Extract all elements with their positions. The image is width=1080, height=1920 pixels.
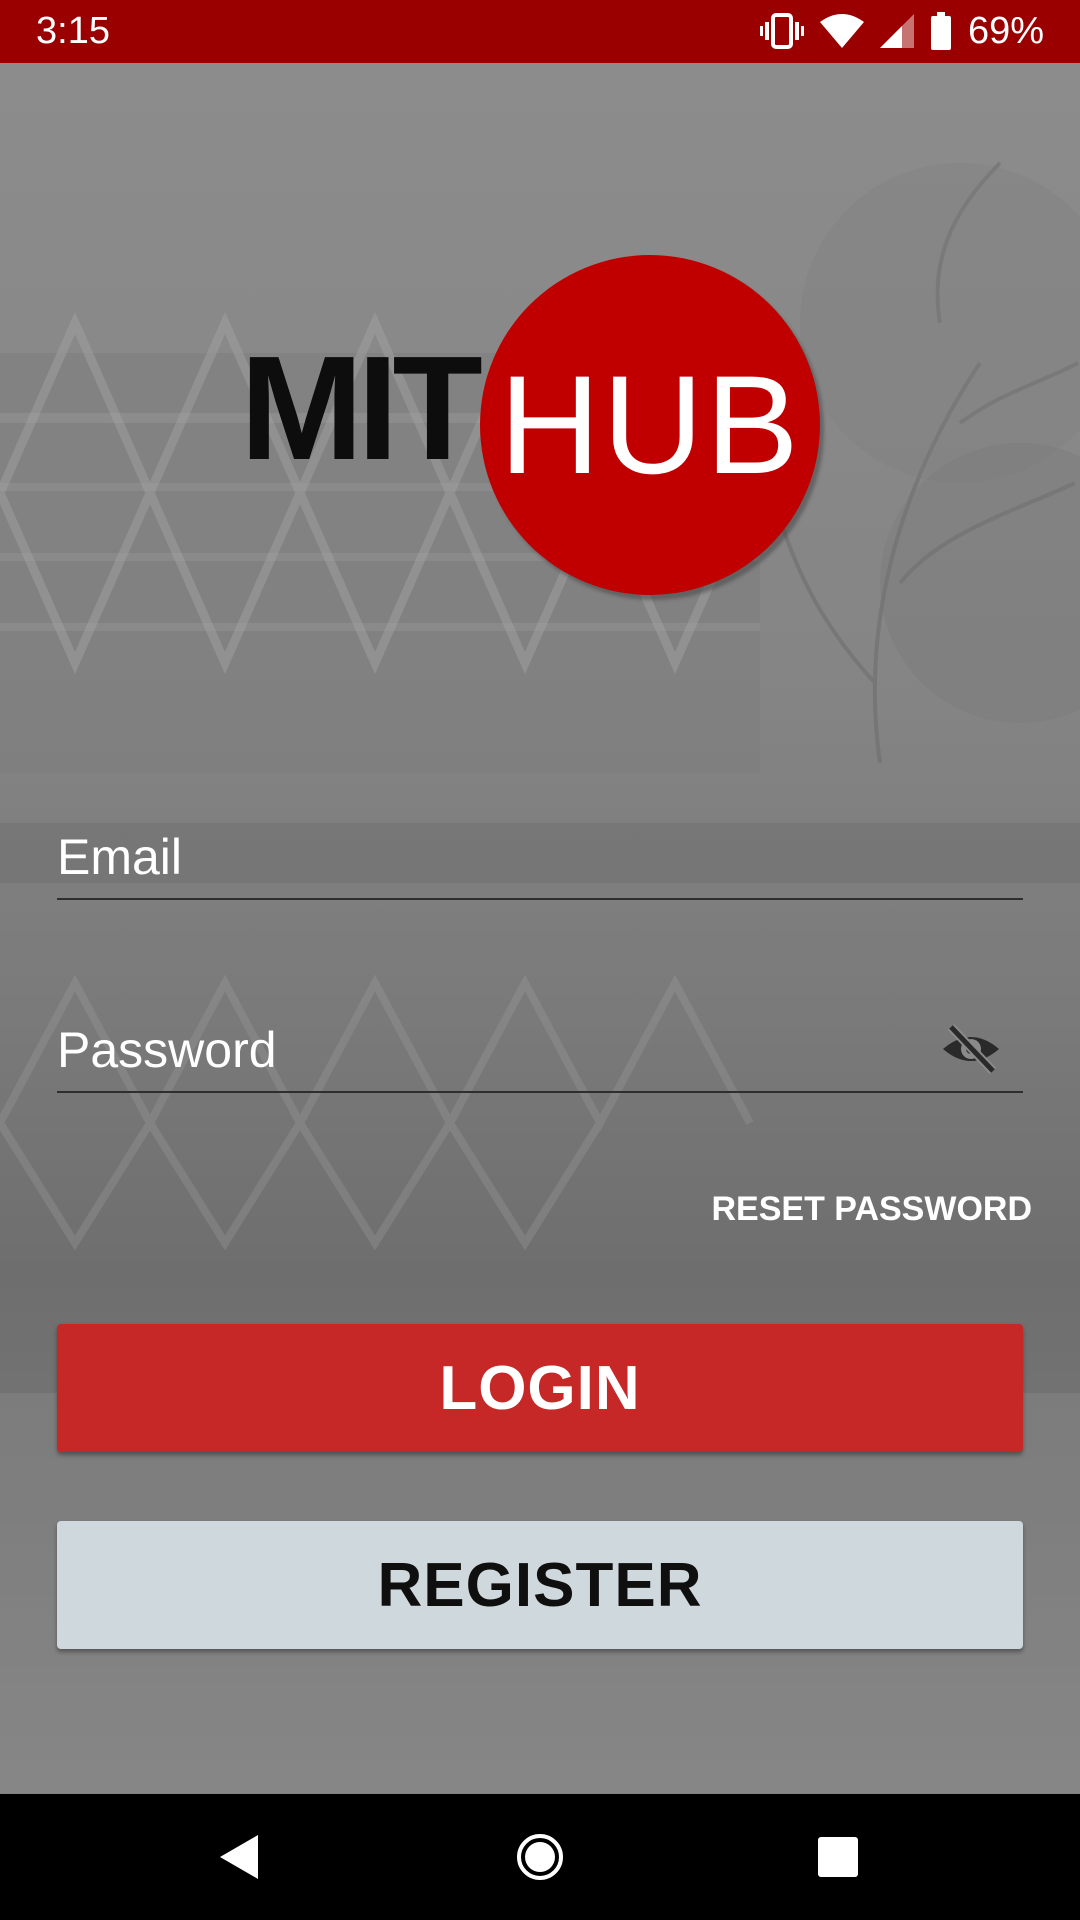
login-button[interactable]: LOGIN bbox=[57, 1324, 1023, 1452]
password-field-container bbox=[57, 1011, 1023, 1093]
battery-icon bbox=[930, 12, 952, 50]
battery-percent: 69% bbox=[967, 9, 1044, 52]
status-icons: 69% bbox=[759, 8, 1044, 54]
recents-icon[interactable] bbox=[808, 1827, 868, 1887]
password-input[interactable] bbox=[57, 1011, 937, 1089]
logo-hub-text: HUB bbox=[499, 346, 801, 503]
status-bar: 3:15 69% bbox=[0, 0, 1080, 63]
register-button[interactable]: REGISTER bbox=[57, 1521, 1023, 1649]
mithub-logo: MIT HUB bbox=[240, 255, 830, 600]
vibrate-icon bbox=[759, 13, 804, 49]
navigation-bar bbox=[0, 1794, 1080, 1920]
email-field-container bbox=[57, 818, 1023, 900]
home-icon[interactable] bbox=[510, 1827, 570, 1887]
logo-mit-text: MIT bbox=[240, 326, 483, 491]
email-input[interactable] bbox=[57, 818, 937, 896]
back-icon[interactable] bbox=[210, 1827, 270, 1887]
cellular-signal-icon bbox=[879, 14, 914, 48]
status-time: 3:15 bbox=[36, 10, 110, 52]
reset-password-link[interactable]: RESET PASSWORD bbox=[711, 1190, 1032, 1229]
wifi-icon bbox=[819, 14, 864, 48]
eye-off-icon[interactable] bbox=[941, 1023, 1001, 1075]
login-screen: 3:15 69% MIT HUB Email RESET PASSWORD LO… bbox=[0, 0, 1080, 1920]
logo-red-circle: HUB bbox=[480, 255, 820, 595]
